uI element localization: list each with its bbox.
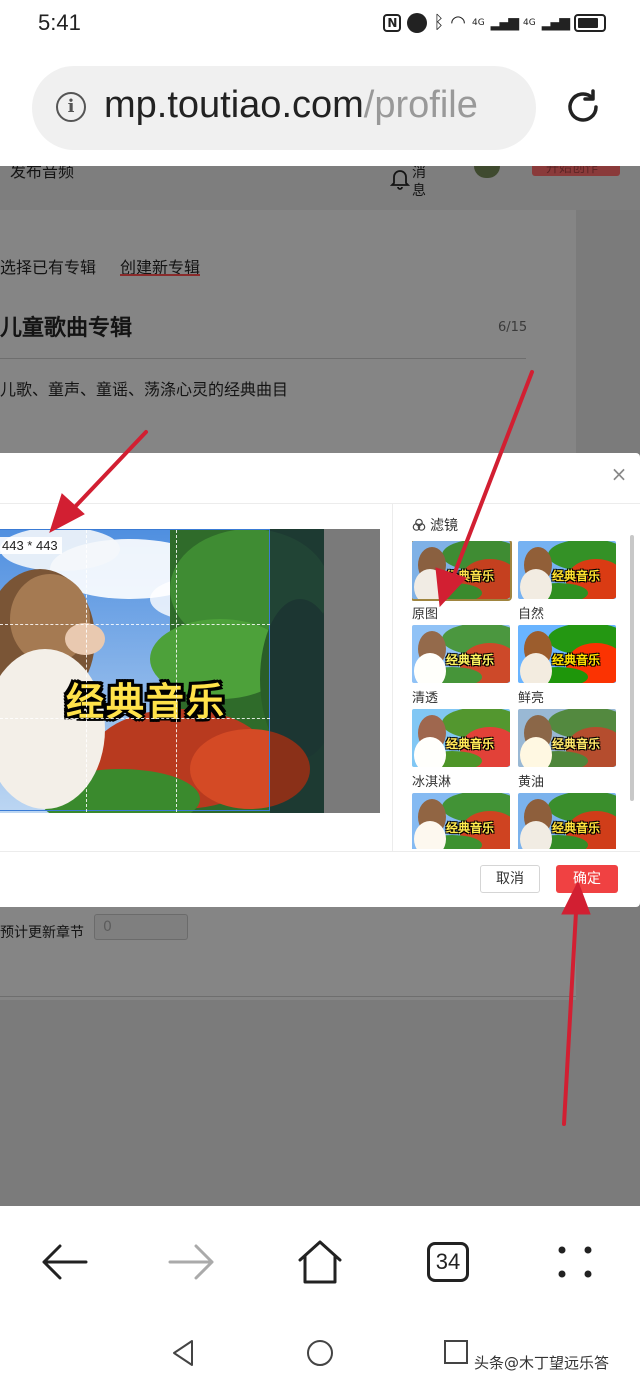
- nfc-icon: N: [383, 13, 402, 32]
- confirm-button[interactable]: 确定: [556, 865, 618, 893]
- signal-4g-icon: 4G: [471, 17, 485, 28]
- crop-grid-line: [176, 530, 177, 812]
- filter-scrollbar[interactable]: [630, 535, 634, 801]
- reload-icon[interactable]: [562, 86, 604, 128]
- filter-list[interactable]: 经典音乐 原图 经典音乐 自然 经典音乐 清透 经典音乐 鲜亮 经典音乐 冰淇淋 经典音乐 黄油 经典音…: [412, 541, 622, 849]
- dialog-header-divider: [0, 503, 640, 504]
- active-tab-underline: [120, 274, 200, 276]
- browser-toolbar: i mp.toutiao.com/profile: [0, 48, 640, 166]
- filter-header: 滤镜: [412, 515, 458, 535]
- expected-chapters-input[interactable]: 0: [94, 914, 188, 940]
- filter-preview-caption: 经典音乐: [446, 737, 495, 751]
- info-icon[interactable]: i: [56, 92, 86, 122]
- album-description[interactable]: 儿歌、童声、童谣、荡涤心灵的经典曲目: [0, 376, 288, 400]
- back-arrow-icon[interactable]: [36, 1236, 92, 1288]
- close-icon[interactable]: ×: [608, 463, 630, 485]
- image-crop-dialog: × 经典音乐 443 * 443 滤镜 经典音乐 原图 经典音乐 自然 经典音乐…: [0, 453, 640, 907]
- filter-label: 冰淇淋: [412, 775, 452, 790]
- status-time: 5:41: [38, 10, 81, 35]
- menu-dots-icon[interactable]: [548, 1236, 604, 1288]
- filter-thumbnail[interactable]: 经典音乐: [412, 793, 510, 849]
- address-bar[interactable]: i mp.toutiao.com/profile: [32, 66, 536, 150]
- signal-4g-icon: 4G: [522, 17, 536, 28]
- filter-preview-caption: 经典音乐: [552, 821, 601, 835]
- system-home-icon[interactable]: [305, 1338, 335, 1368]
- cancel-button[interactable]: 取消: [480, 865, 540, 893]
- notify-label-2[interactable]: 息: [412, 180, 426, 200]
- filter-thumbnail[interactable]: 经典音乐: [412, 709, 510, 767]
- filter-preview-caption: 经典音乐: [552, 569, 601, 583]
- url-host: mp.toutiao.com: [104, 84, 364, 126]
- filter-thumbnail[interactable]: 经典音乐: [518, 541, 616, 599]
- crop-frame[interactable]: [0, 529, 270, 812]
- filter-label: 原图: [412, 607, 439, 622]
- dialog-footer-divider: [0, 851, 640, 852]
- filter-option[interactable]: 经典音乐原图: [412, 541, 512, 622]
- filter-option[interactable]: 经典音乐: [518, 793, 616, 849]
- filter-preview-caption: 经典音乐: [552, 737, 601, 751]
- album-title-input[interactable]: 儿童歌曲专辑: [0, 310, 132, 342]
- filter-preview-caption: 经典音乐: [552, 653, 601, 667]
- tabs-count-button[interactable]: 34: [427, 1242, 469, 1282]
- alarm-icon: [407, 12, 428, 33]
- crop-grid-line: [0, 718, 270, 719]
- system-recents-icon[interactable]: [442, 1338, 470, 1366]
- crop-grid-line: [0, 624, 270, 625]
- watermark-text: 头条@木丁望远乐答: [474, 1354, 610, 1372]
- crop-canvas[interactable]: 经典音乐 443 * 443: [0, 529, 380, 813]
- filter-label: 鲜亮: [518, 691, 545, 706]
- page-header-title: 发布音频: [10, 166, 75, 181]
- expected-chapters-label: 预计更新章节: [0, 925, 84, 941]
- start-create-button[interactable]: 开始创作: [532, 166, 620, 176]
- wifi-icon: ◠: [450, 12, 466, 33]
- signal-bars-icon: ▂▄▆: [490, 14, 519, 31]
- filter-thumbnail[interactable]: 经典音乐: [518, 709, 616, 767]
- filter-option[interactable]: 经典音乐黄油: [518, 709, 616, 790]
- url-text[interactable]: mp.toutiao.com/profile: [104, 84, 478, 127]
- filter-preview-caption: 经典音乐: [446, 821, 495, 835]
- filter-preview-caption: 经典音乐: [446, 569, 495, 583]
- battery-icon: [574, 13, 606, 32]
- filter-option[interactable]: 经典音乐: [412, 793, 510, 849]
- bell-icon[interactable]: [390, 168, 410, 190]
- home-icon[interactable]: [292, 1236, 348, 1288]
- filter-option[interactable]: 经典音乐鲜亮: [518, 625, 616, 706]
- status-icons: N ᛒ ◠ 4G ▂▄▆ 4G ▂▄▆: [383, 12, 606, 33]
- crop-grid-line: [86, 530, 87, 812]
- filter-thumbnail[interactable]: 经典音乐: [518, 625, 616, 683]
- status-bar: 5:41 N ᛒ ◠ 4G ▂▄▆ 4G ▂▄▆: [0, 0, 640, 48]
- filter-header-label: 滤镜: [430, 518, 458, 534]
- filter-option[interactable]: 经典音乐冰淇淋: [412, 709, 510, 790]
- filter-thumbnail[interactable]: 经典音乐: [412, 541, 512, 601]
- filter-preview-caption: 经典音乐: [446, 653, 495, 667]
- filter-thumbnail[interactable]: 经典音乐: [518, 793, 616, 849]
- form-divider: [0, 996, 576, 997]
- filter-option[interactable]: 经典音乐自然: [518, 541, 616, 622]
- bluetooth-icon: ᛒ: [433, 12, 445, 33]
- url-path: /profile: [363, 84, 478, 126]
- crop-size-label: 443 * 443: [0, 537, 62, 554]
- signal-bars-icon: ▂▄▆: [541, 14, 570, 31]
- system-back-icon[interactable]: [170, 1338, 198, 1368]
- browser-bottom-bar: [0, 1206, 640, 1318]
- panel-divider: [392, 504, 393, 851]
- title-char-count: 6/15: [498, 320, 528, 335]
- filter-icon: [412, 518, 426, 531]
- title-divider: [0, 358, 526, 359]
- filter-option[interactable]: 经典音乐清透: [412, 625, 510, 706]
- filter-label: 清透: [412, 691, 439, 706]
- filter-thumbnail[interactable]: 经典音乐: [412, 625, 510, 683]
- forward-arrow-icon[interactable]: [164, 1236, 220, 1288]
- filter-label: 自然: [518, 607, 545, 622]
- crop-mask: [270, 529, 324, 813]
- filter-label: 黄油: [518, 775, 545, 790]
- tab-existing-album[interactable]: 选择已有专辑: [0, 254, 96, 278]
